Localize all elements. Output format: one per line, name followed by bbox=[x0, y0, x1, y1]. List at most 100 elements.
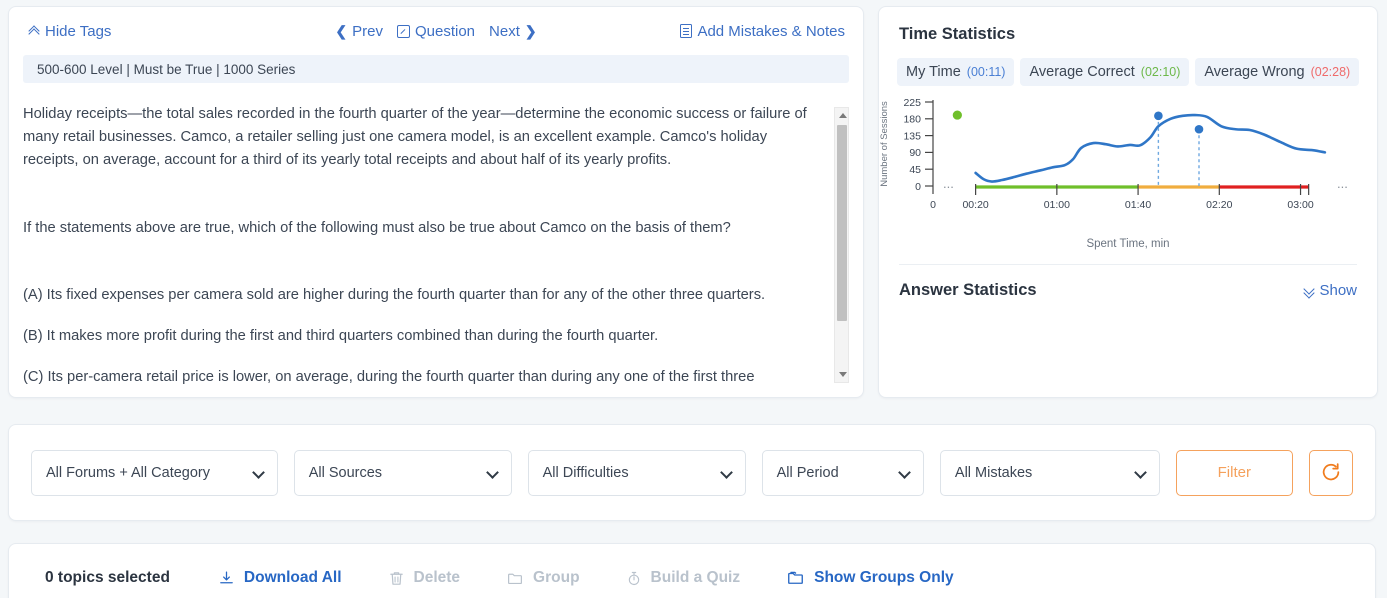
chevron-down-icon bbox=[254, 468, 263, 477]
answer-statistics-header: Answer Statistics Show bbox=[899, 281, 1357, 300]
answer-statistics-show-label: Show bbox=[1319, 282, 1357, 299]
question-body: Holiday receipts—the total sales recorde… bbox=[23, 103, 849, 385]
hide-tags-label: Hide Tags bbox=[45, 22, 112, 40]
sources-select[interactable]: All Sources bbox=[293, 449, 512, 496]
sessions-line bbox=[974, 113, 1327, 183]
chevron-right-icon: ❯ bbox=[524, 22, 537, 39]
chevron-down-icon bbox=[488, 468, 497, 477]
pill-average-wrong-label: Average Wrong bbox=[1204, 64, 1305, 80]
hide-tags-button[interactable]: Hide Tags bbox=[29, 23, 111, 40]
y-tick-label: 45 bbox=[909, 164, 921, 176]
x-tick-label: 01:00 bbox=[1044, 199, 1070, 211]
double-caret-down-icon bbox=[1304, 285, 1315, 296]
pill-my-time-value: (00:11) bbox=[966, 65, 1006, 79]
show-groups-only-label: Show Groups Only bbox=[814, 569, 954, 586]
next-label: Next bbox=[489, 22, 520, 40]
y-tick-label: 90 bbox=[909, 147, 921, 159]
download-icon bbox=[220, 570, 233, 583]
left-ellipsis: ... bbox=[943, 176, 954, 191]
question-prompt: If the statements above are true, which … bbox=[23, 219, 731, 236]
delete-label: Delete bbox=[413, 569, 461, 586]
next-question-button[interactable]: Next ❯ bbox=[489, 23, 537, 40]
tag-bar: 500-600 Level | Must be True | 1000 Seri… bbox=[23, 55, 849, 83]
reset-filters-button[interactable] bbox=[1308, 449, 1354, 496]
average-correct-marker bbox=[1154, 111, 1163, 121]
my-time-point bbox=[952, 110, 962, 120]
forums-category-select[interactable]: All Forums + All Category bbox=[31, 449, 278, 496]
build-a-quiz-label: Build a Quiz bbox=[650, 569, 741, 586]
chevron-down-icon bbox=[722, 468, 731, 477]
prev-question-button[interactable]: ❮ Prev bbox=[335, 23, 383, 40]
pill-average-correct[interactable]: Average Correct (02:10) bbox=[1020, 58, 1190, 86]
average-wrong-marker bbox=[1194, 124, 1204, 134]
answer-option-c[interactable]: (C) Its per-camera retail price is lower… bbox=[23, 366, 815, 385]
y-tick-label: 225 bbox=[903, 97, 921, 109]
folder-open-icon bbox=[788, 571, 804, 584]
y-tick-label: 135 bbox=[903, 130, 921, 142]
download-all-label: Download All bbox=[243, 569, 342, 586]
answer-option-b[interactable]: (B) It makes more profit during the firs… bbox=[23, 325, 815, 348]
pill-average-wrong[interactable]: Average Wrong (02:28) bbox=[1195, 58, 1360, 86]
y-tick-label: 180 bbox=[903, 114, 921, 126]
question-scrollbar[interactable] bbox=[834, 107, 849, 383]
add-mistakes-notes-label: Add Mistakes & Notes bbox=[697, 22, 845, 40]
filter-button[interactable]: Filter bbox=[1175, 449, 1293, 496]
x-tick-label: 00:20 bbox=[962, 199, 988, 211]
download-all-button[interactable]: Download All bbox=[218, 569, 342, 587]
question-link[interactable]: Question bbox=[396, 22, 476, 40]
answer-option-a[interactable]: (A) Its fixed expenses per camera sold a… bbox=[23, 284, 815, 307]
answer-statistics-title: Answer Statistics bbox=[899, 281, 1037, 299]
statistics-panel: Time Statistics My Time (00:11) Average … bbox=[878, 6, 1378, 398]
right-ellipsis: ... bbox=[1337, 176, 1348, 191]
page-root: Hide Tags ❮ Prev Question Next ❯ Add Mis… bbox=[0, 0, 1387, 598]
y-tick-label: 0 bbox=[915, 181, 921, 193]
pill-average-wrong-value: (02:28) bbox=[1310, 65, 1351, 79]
delete-button[interactable]: Delete bbox=[388, 569, 461, 587]
scroll-down-arrow-icon[interactable] bbox=[838, 372, 847, 377]
time-statistics-title: Time Statistics bbox=[899, 25, 1016, 43]
chevron-left-icon: ❮ bbox=[335, 22, 348, 39]
external-link-icon bbox=[396, 24, 410, 38]
answer-statistics-show-button[interactable]: Show bbox=[1304, 282, 1357, 299]
mistakes-select[interactable]: All Mistakes bbox=[939, 449, 1160, 496]
question-panel: Hide Tags ❮ Prev Question Next ❯ Add Mis… bbox=[8, 6, 864, 398]
panel-divider bbox=[899, 264, 1357, 265]
pill-average-correct-value: (02:10) bbox=[1140, 65, 1181, 79]
selection-count: 0 topics selected bbox=[45, 569, 170, 586]
stopwatch-icon bbox=[628, 571, 639, 585]
group-button[interactable]: Group bbox=[506, 569, 580, 587]
mistakes-select-value: All Mistakes bbox=[954, 464, 1033, 481]
period-select-value: All Period bbox=[776, 464, 839, 481]
x-tick-label: 0 bbox=[930, 199, 936, 211]
forums-category-select-value: All Forums + All Category bbox=[46, 464, 210, 481]
question-paragraph: Holiday receipts—the total sales recorde… bbox=[23, 106, 807, 169]
question-toolbar: Hide Tags ❮ Prev Question Next ❯ Add Mis… bbox=[9, 7, 863, 55]
build-a-quiz-button[interactable]: Build a Quiz bbox=[626, 569, 741, 587]
top-row: Hide Tags ❮ Prev Question Next ❯ Add Mis… bbox=[8, 6, 1378, 398]
difficulties-select[interactable]: All Difficulties bbox=[527, 449, 746, 496]
period-select[interactable]: All Period bbox=[761, 449, 924, 496]
double-caret-up-icon bbox=[29, 26, 40, 37]
scrollbar-thumb[interactable] bbox=[836, 125, 847, 321]
time-statistics-chart: 0 45 90 135 180 225 Number of Sessions...... 0 0… bbox=[879, 94, 1377, 242]
filter-bar: All Forums + All Category All Sources Al… bbox=[8, 424, 1376, 521]
pill-average-correct-label: Average Correct bbox=[1029, 64, 1135, 80]
y-axis-label: Number of Sessions bbox=[879, 101, 890, 187]
difficulties-select-value: All Difficulties bbox=[542, 464, 629, 481]
x-tick-label: 01:40 bbox=[1125, 199, 1151, 211]
chevron-down-icon bbox=[900, 468, 909, 477]
chevron-down-icon bbox=[1136, 468, 1145, 477]
add-mistakes-notes-button[interactable]: Add Mistakes & Notes bbox=[680, 23, 845, 40]
sessions-distribution-chart: 04590135180225Number of Sessions... ...0 0… bbox=[879, 97, 1348, 211]
x-tick-label: 02:20 bbox=[1206, 199, 1232, 211]
tag-bar-label: 500-600 Level | Must be True | 1000 Seri… bbox=[37, 61, 296, 77]
x-tick-label: 03:00 bbox=[1287, 199, 1313, 211]
pill-my-time[interactable]: My Time (00:11) bbox=[897, 58, 1015, 86]
trash-icon bbox=[389, 571, 403, 585]
show-groups-only-button[interactable]: Show Groups Only bbox=[786, 569, 954, 587]
scroll-up-arrow-icon[interactable] bbox=[838, 113, 847, 118]
filter-button-label: Filter bbox=[1217, 464, 1251, 481]
document-icon bbox=[680, 24, 693, 38]
question-label: Question bbox=[414, 22, 476, 40]
pill-my-time-label: My Time bbox=[906, 64, 961, 80]
